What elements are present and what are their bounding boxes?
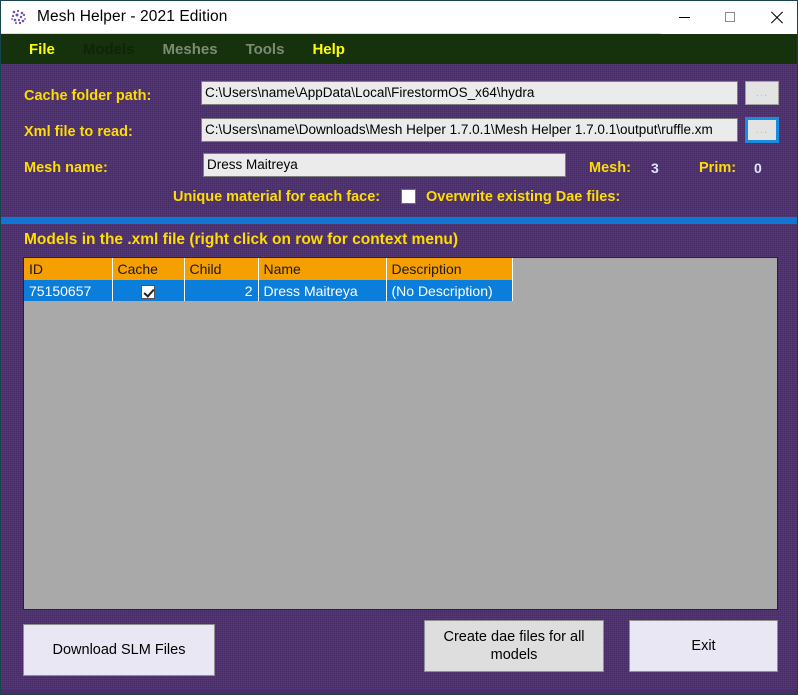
cell-child: 2 <box>184 280 259 301</box>
maximize-button[interactable] <box>707 1 753 34</box>
column-header-description[interactable]: Description <box>386 258 513 280</box>
settings-panel: Cache folder path: C:\Users\name\AppData… <box>1 64 797 273</box>
menu-item-models[interactable]: Models <box>69 39 149 60</box>
cache-folder-browse-button[interactable]: ... <box>745 81 779 105</box>
window-controls <box>661 1 797 34</box>
cell-id: 75150657 <box>24 280 113 301</box>
table-row[interactable]: 75150657 2 Dress Maitreya (No Descriptio… <box>24 280 513 301</box>
column-header-child[interactable]: Child <box>184 258 259 280</box>
menu-bar: File Models Meshes Tools Help <box>1 34 797 64</box>
mesh-name-input[interactable]: Dress Maitreya <box>203 153 566 177</box>
cell-name: Dress Maitreya <box>258 280 387 301</box>
column-header-name[interactable]: Name <box>258 258 387 280</box>
menu-item-meshes[interactable]: Meshes <box>149 39 232 60</box>
download-slm-files-button[interactable]: Download SLM Files <box>23 624 215 676</box>
menu-item-file[interactable]: File <box>15 39 69 60</box>
mesh-count-label: Mesh: <box>589 160 631 176</box>
unique-material-checkbox[interactable] <box>401 189 416 204</box>
column-header-id[interactable]: ID <box>24 258 113 280</box>
column-header-cache[interactable]: Cache <box>112 258 185 280</box>
application-window: Mesh Helper - 2021 Edition File Models M… <box>0 0 798 695</box>
mesh-name-label: Mesh name: <box>24 160 108 176</box>
models-list-view[interactable]: ID Cache Child Name Description 75150657… <box>23 257 778 610</box>
app-dots-icon <box>10 8 28 26</box>
menu-item-tools[interactable]: Tools <box>232 39 299 60</box>
close-icon <box>770 11 783 24</box>
xml-file-label: Xml file to read: <box>24 124 133 140</box>
cache-folder-path-label: Cache folder path: <box>24 88 152 104</box>
unique-material-label: Unique material for each face: <box>173 189 381 205</box>
mesh-count-value: 3 <box>651 160 659 176</box>
window-title: Mesh Helper - 2021 Edition <box>37 8 228 25</box>
prim-count-label: Prim: <box>699 160 737 176</box>
cache-checked-icon <box>141 284 155 299</box>
xml-file-browse-button[interactable]: ... <box>745 117 779 143</box>
minimize-icon <box>678 16 690 18</box>
cell-cache[interactable] <box>112 280 185 301</box>
maximize-icon <box>725 12 735 22</box>
xml-file-input[interactable]: C:\Users\name\Downloads\Mesh Helper 1.7.… <box>201 118 738 142</box>
close-button[interactable] <box>753 1 797 34</box>
table-header-row: ID Cache Child Name Description <box>24 258 513 280</box>
title-bar: Mesh Helper - 2021 Edition <box>1 1 797 34</box>
exit-button[interactable]: Exit <box>629 620 778 672</box>
cell-description: (No Description) <box>386 280 513 301</box>
models-table: ID Cache Child Name Description 75150657… <box>24 258 513 301</box>
section-divider <box>1 217 797 224</box>
models-list-caption: Models in the .xml file (right click on … <box>24 231 459 248</box>
overwrite-dae-label: Overwrite existing Dae files: <box>426 189 621 205</box>
create-dae-files-button[interactable]: Create dae files for all models <box>424 620 604 672</box>
models-panel: Models in the .xml file (right click on … <box>1 224 797 689</box>
prim-count-value: 0 <box>754 160 762 176</box>
cache-folder-path-input[interactable]: C:\Users\name\AppData\Local\FirestormOS_… <box>201 81 738 105</box>
menu-item-help[interactable]: Help <box>298 39 359 60</box>
minimize-button[interactable] <box>661 1 707 34</box>
